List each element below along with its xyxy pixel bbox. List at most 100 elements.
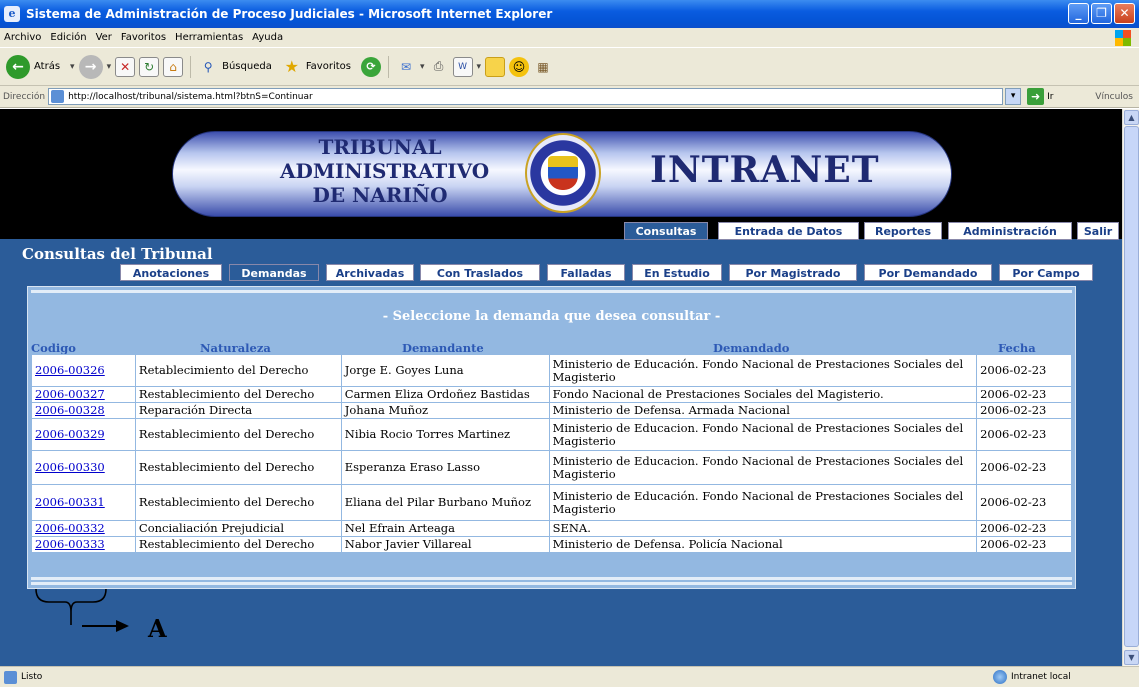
panel-divider (31, 577, 1072, 580)
stop-icon[interactable]: ✕ (115, 56, 136, 77)
mail-icon[interactable]: ✉ (396, 57, 416, 77)
tab-entrada-de-datos[interactable]: Entrada de Datos (718, 222, 859, 240)
subtab-por-campo[interactable]: Por Campo (999, 264, 1093, 281)
research-icon[interactable]: ▦ (533, 57, 553, 77)
menu-bar: Archivo Edición Ver Favoritos Herramient… (0, 28, 1139, 48)
messenger-icon[interactable]: ☺ (509, 56, 530, 77)
close-button[interactable]: ✕ (1114, 3, 1135, 24)
maximize-button[interactable]: ❐ (1091, 3, 1112, 24)
edit-dropdown-icon[interactable]: ▾ (477, 62, 482, 72)
table-row: 2006-00332 Concialiación Prejudicial Nel… (31, 520, 1072, 537)
scroll-up-icon[interactable]: ▲ (1124, 110, 1139, 125)
menu-edicion[interactable]: Edición (46, 32, 91, 43)
word-edit-icon[interactable]: W (452, 56, 473, 77)
menu-herramientas[interactable]: Herramientas (171, 32, 248, 43)
back-button-label[interactable]: Atrás (34, 61, 60, 72)
favorites-star-icon[interactable]: ★ (282, 57, 302, 77)
subtab-con-traslados[interactable]: Con Traslados (420, 264, 540, 281)
tribunal-title: TRIBUNAL ADMINISTRATIVO DE NARIÑO (280, 135, 490, 207)
cell-fecha: 2006-02-23 (976, 450, 1072, 485)
zone-label: Intranet local (1011, 672, 1071, 682)
go-button-label[interactable]: Ir (1047, 92, 1053, 102)
menu-ayuda[interactable]: Ayuda (248, 32, 288, 43)
subtab-demandas[interactable]: Demandas (229, 264, 319, 281)
codigo-link[interactable]: 2006-00328 (35, 403, 105, 417)
search-button-label[interactable]: Búsqueda (222, 61, 272, 72)
status-text: Listo (21, 672, 43, 682)
table-row: 2006-00331 Restablecimiento del Derecho … (31, 484, 1072, 521)
discuss-icon[interactable] (485, 56, 506, 77)
search-icon[interactable]: ⚲ (198, 57, 218, 77)
scroll-down-icon[interactable]: ▼ (1124, 650, 1139, 665)
subtab-en-estudio[interactable]: En Estudio (632, 264, 722, 281)
tab-consultas[interactable]: Consultas (624, 222, 708, 240)
section-title: Consultas del Tribunal (22, 245, 213, 263)
cell-naturaleza: Restablecimiento del Derecho (134, 386, 342, 403)
cell-demandante: Nel Efrain Arteaga (340, 520, 550, 537)
cell-demandado: Ministerio de Defensa. Armada Nacional (548, 402, 978, 419)
cell-fecha: 2006-02-23 (976, 418, 1072, 451)
annotation-label: A (148, 614, 167, 643)
codigo-link[interactable]: 2006-00329 (35, 427, 105, 441)
codigo-link[interactable]: 2006-00331 (35, 495, 105, 509)
codigo-link[interactable]: 2006-00326 (35, 363, 105, 377)
window-title-bar: e Sistema de Administración de Proceso J… (0, 0, 1139, 28)
back-dropdown-icon[interactable]: ▾ (70, 62, 75, 72)
cell-demandado: Ministerio de Educacion. Fondo Nacional … (548, 450, 978, 485)
address-dropdown-icon[interactable]: ▾ (1005, 88, 1022, 105)
cell-fecha: 2006-02-23 (976, 386, 1072, 403)
cell-fecha: 2006-02-23 (976, 402, 1072, 419)
page-icon (51, 90, 65, 103)
codigo-link[interactable]: 2006-00330 (35, 460, 105, 474)
address-bar: Dirección http://localhost/tribunal/sist… (0, 86, 1139, 108)
tab-administracion[interactable]: Administración (948, 222, 1072, 240)
tab-salir[interactable]: Salir (1077, 222, 1119, 240)
menu-ver[interactable]: Ver (92, 32, 117, 43)
forward-dropdown-icon[interactable]: ▾ (107, 62, 112, 72)
cell-naturaleza: Reparación Directa (134, 402, 342, 419)
table-row: 2006-00326 Retablecimiento del Derecho J… (31, 354, 1072, 387)
tribunal-title-line2: ADMINISTRATIVO (280, 159, 490, 183)
refresh-icon[interactable]: ↻ (139, 56, 160, 77)
subtab-falladas[interactable]: Falladas (547, 264, 625, 281)
mail-dropdown-icon[interactable]: ▾ (420, 62, 425, 72)
codigo-link[interactable]: 2006-00333 (35, 537, 105, 551)
minimize-button[interactable]: _ (1068, 3, 1089, 24)
print-icon[interactable]: ⎙ (429, 57, 449, 77)
vertical-scrollbar[interactable]: ▲ ▼ (1122, 109, 1139, 666)
back-arrow-icon[interactable]: ← (6, 54, 30, 79)
scroll-thumb[interactable] (1124, 126, 1139, 647)
go-arrow-icon[interactable]: ➜ (1027, 88, 1045, 105)
cell-codigo: 2006-00332 (31, 520, 136, 537)
subtab-por-demandado[interactable]: Por Demandado (864, 264, 992, 281)
table-row: 2006-00329 Restablecimiento del Derecho … (31, 418, 1072, 451)
windows-logo-icon (1115, 30, 1131, 46)
tab-reportes[interactable]: Reportes (864, 222, 942, 240)
home-icon[interactable]: ⌂ (163, 56, 184, 77)
subtab-archivadas[interactable]: Archivadas (326, 264, 414, 281)
table-row: 2006-00333 Restablecimiento del Derecho … (31, 536, 1072, 553)
cell-demandado: Fondo Nacional de Prestaciones Sociales … (548, 386, 978, 403)
subtab-por-magistrado[interactable]: Por Magistrado (729, 264, 857, 281)
cell-codigo: 2006-00331 (31, 484, 136, 521)
history-icon[interactable]: ⟳ (360, 56, 381, 77)
links-label[interactable]: Vínculos (1095, 92, 1133, 102)
cell-naturaleza: Restablecimiento del Derecho (134, 536, 342, 553)
cell-demandante: Jorge E. Goyes Luna (340, 354, 550, 387)
favorites-button-label[interactable]: Favoritos (306, 61, 351, 72)
address-input[interactable]: http://localhost/tribunal/sistema.html?b… (48, 88, 1004, 105)
cell-codigo: 2006-00327 (31, 386, 136, 403)
tribunal-title-line1: TRIBUNAL (318, 135, 442, 159)
cell-naturaleza: Restablecimiento del Derecho (134, 484, 342, 521)
coat-of-arms-icon (548, 156, 578, 190)
menu-archivo[interactable]: Archivo (0, 32, 46, 43)
subtab-anotaciones[interactable]: Anotaciones (120, 264, 222, 281)
column-header-naturaleza: Naturaleza (200, 341, 271, 355)
security-zone: Intranet local (993, 670, 1071, 684)
menu-favoritos[interactable]: Favoritos (117, 32, 171, 43)
page-icon (4, 670, 17, 684)
address-url[interactable]: http://localhost/tribunal/sistema.html?b… (68, 92, 313, 102)
codigo-link[interactable]: 2006-00327 (35, 387, 105, 401)
codigo-link[interactable]: 2006-00332 (35, 521, 105, 535)
forward-arrow-icon[interactable]: → (78, 54, 103, 79)
